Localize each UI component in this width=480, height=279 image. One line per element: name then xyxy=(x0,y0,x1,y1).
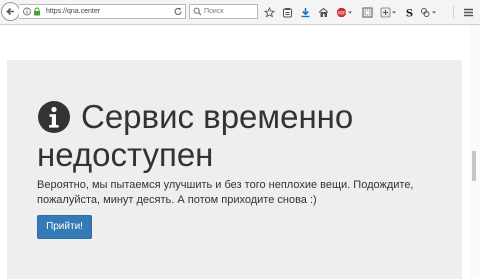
browser-toolbar: https://qna.center Поиск ABP S xyxy=(0,0,480,25)
bookmark-star-icon[interactable] xyxy=(264,5,275,19)
error-panel: Сервис временно недоступен Вероятно, мы … xyxy=(7,60,462,279)
search-icon xyxy=(193,7,202,16)
come-back-button[interactable]: Прийти! xyxy=(37,215,92,239)
search-placeholder[interactable]: Поиск xyxy=(204,6,223,18)
skype-icon[interactable]: S xyxy=(404,5,415,19)
toolbar-separator xyxy=(453,6,454,18)
info-circle-icon xyxy=(38,101,70,133)
svg-text:ABP: ABP xyxy=(337,10,346,15)
home-icon[interactable] xyxy=(318,5,329,19)
back-button[interactable] xyxy=(1,2,20,21)
page-title-text: Сервис временно недоступен xyxy=(37,98,354,173)
screenshot-icon[interactable] xyxy=(362,5,373,19)
back-arrow-icon xyxy=(6,7,14,16)
search-bar[interactable]: Поиск xyxy=(189,4,258,19)
sync-icon[interactable] xyxy=(420,5,437,19)
adblock-icon[interactable]: ABP xyxy=(336,5,353,19)
extension-icon[interactable] xyxy=(380,5,397,19)
scrollbar-thumb[interactable] xyxy=(472,151,476,181)
url-bar[interactable]: https://qna.center xyxy=(19,4,186,19)
site-info-icon[interactable] xyxy=(23,7,31,16)
url-text[interactable]: https://qna.center xyxy=(46,6,100,18)
download-icon[interactable] xyxy=(300,5,311,19)
svg-text:S: S xyxy=(406,8,413,18)
lock-icon[interactable] xyxy=(33,7,41,16)
page-description: Вероятно, мы пытаемся улучшить и без тог… xyxy=(37,179,414,206)
reload-icon[interactable] xyxy=(173,6,183,17)
scrollbar[interactable] xyxy=(469,25,480,279)
page-title: Сервис временно недоступен xyxy=(37,98,457,174)
menu-icon[interactable] xyxy=(463,5,474,19)
reading-list-icon[interactable] xyxy=(282,5,293,19)
